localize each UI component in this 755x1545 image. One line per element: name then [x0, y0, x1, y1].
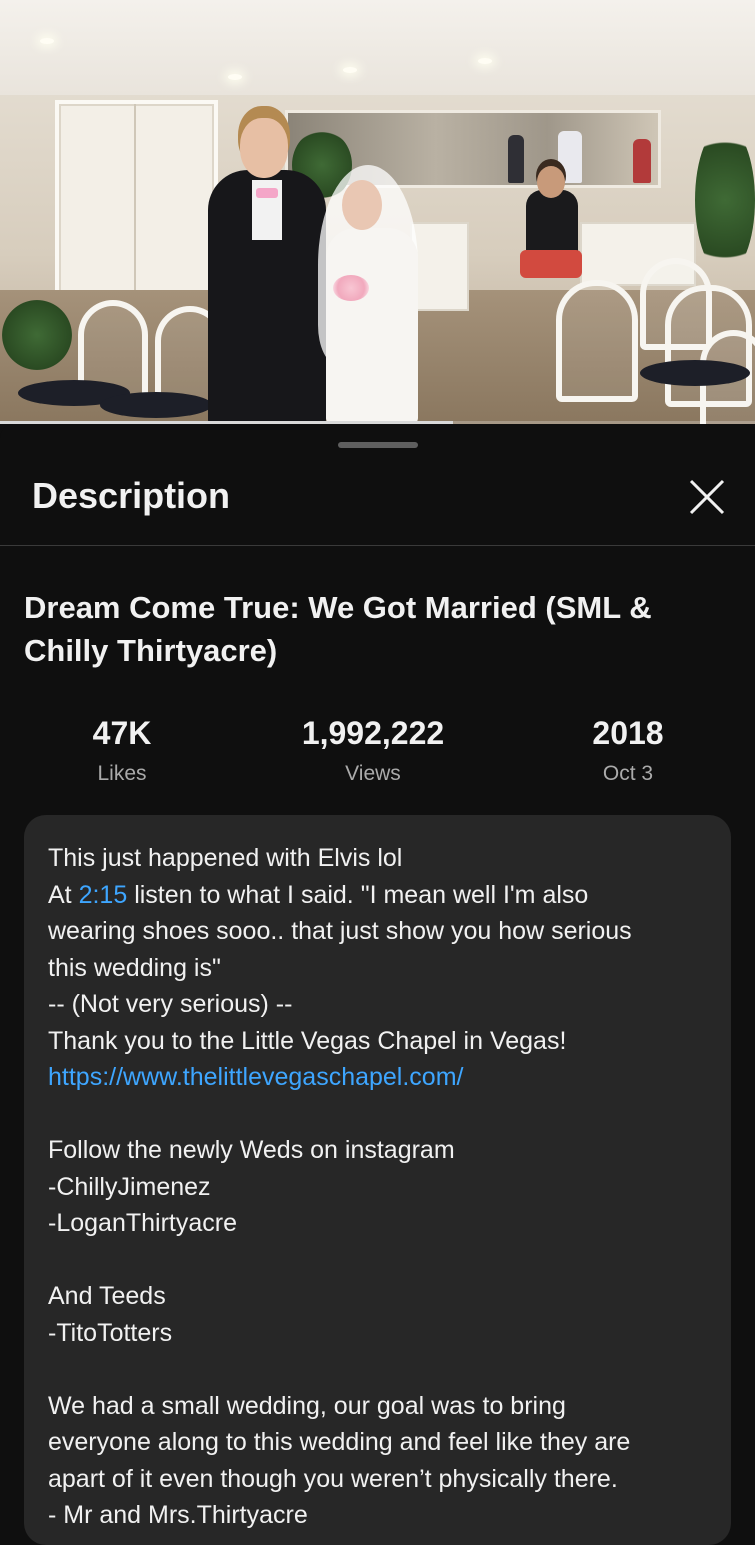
- stat-views: 1,992,222 Views: [273, 712, 473, 786]
- text-fragment: At: [48, 880, 79, 909]
- ceiling-light: [343, 67, 357, 73]
- description-line: This just happened with Elvis lol: [48, 844, 403, 872]
- ceiling: [0, 0, 755, 95]
- close-icon: [689, 479, 725, 515]
- description-line: And Teeds: [48, 1282, 166, 1310]
- ceiling-light: [40, 38, 54, 44]
- description-line: -ChillyJimenez: [48, 1172, 211, 1201]
- description-line: wearing shoes sooo.. that just show you …: [48, 917, 632, 945]
- description-line: apart of it even though you weren’t phys…: [48, 1464, 618, 1493]
- seated-person-shorts: [520, 250, 582, 278]
- description-text: This just happened with Elvis lol At 2:1…: [48, 840, 718, 1534]
- seated-person-head: [537, 166, 565, 198]
- chair: [556, 280, 638, 402]
- video-title: Dream Come True: We Got Married (SML & C…: [24, 590, 652, 668]
- views-label: Views: [345, 762, 401, 785]
- plant: [2, 300, 72, 370]
- drag-handle[interactable]: [338, 442, 418, 448]
- sheet-header-title: Description: [32, 475, 231, 516]
- plant: [695, 125, 755, 275]
- video-player[interactable]: [0, 0, 755, 424]
- description-line: We had a small wedding, our goal was to …: [48, 1391, 566, 1420]
- description-line: -LoganThirtyacre: [48, 1209, 237, 1237]
- chapel-website-link[interactable]: https://www.thelittlevegaschapel.com/: [48, 1059, 718, 1096]
- description-line: At 2:15 listen to what I said. "I mean w…: [48, 877, 718, 914]
- bowtie: [256, 188, 278, 198]
- stat-likes: 47K Likes: [22, 712, 222, 786]
- ceiling-light: [228, 74, 242, 80]
- description-line: Thank you to the Little Vegas Chapel in …: [48, 1026, 567, 1055]
- description-line: this wedding is": [48, 953, 221, 982]
- description-line: -TitoTotters: [48, 1318, 173, 1347]
- groom-head: [240, 118, 288, 178]
- description-line: - Mr and Mrs.Thirtyacre: [48, 1501, 308, 1529]
- pew: [410, 222, 469, 311]
- header-divider: [0, 545, 755, 546]
- ceiling-light: [478, 58, 492, 64]
- stat-date: 2018 Oct 3: [528, 712, 728, 786]
- timestamp-link[interactable]: 2:15: [79, 881, 128, 909]
- description-line: everyone along to this wedding and feel …: [48, 1428, 631, 1456]
- upload-date: Oct 3: [602, 762, 654, 785]
- likes-label: Likes: [97, 762, 147, 785]
- text-fragment: listen to what I said. "I mean well I'm …: [127, 880, 589, 909]
- upload-year: 2018: [592, 715, 664, 751]
- close-button[interactable]: [684, 474, 730, 520]
- description-line: Follow the newly Weds on instagram: [48, 1136, 455, 1164]
- bouquet: [333, 275, 369, 301]
- bride-head: [342, 180, 382, 230]
- views-count: 1,992,222: [301, 715, 445, 751]
- bride-dress: [326, 228, 418, 424]
- chair-seat: [100, 392, 212, 418]
- chair-seat: [640, 360, 750, 386]
- likes-count: 47K: [92, 715, 152, 751]
- description-line: -- (Not very serious) --: [48, 990, 293, 1018]
